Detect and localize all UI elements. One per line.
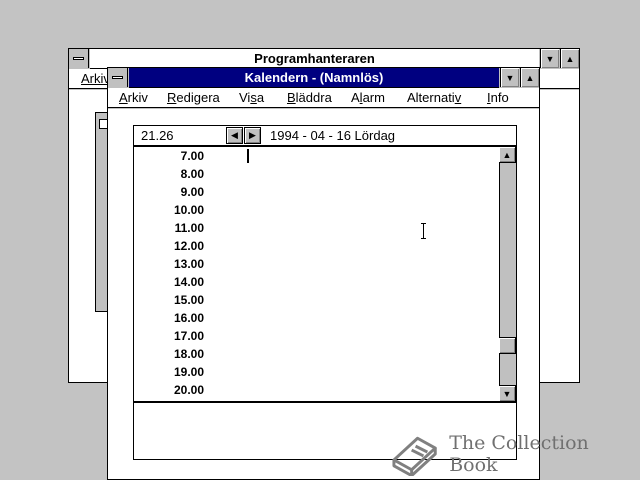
program-manager-title: Programhanteraren — [254, 51, 375, 66]
time-slot[interactable]: 10.00 — [134, 201, 204, 219]
watermark: The Collection Book — [390, 432, 640, 476]
scroll-down-button[interactable]: ▼ — [499, 385, 516, 402]
text-cursor — [247, 149, 249, 163]
menu-arkiv[interactable]: Arkiv — [119, 90, 148, 105]
menu-bladdra[interactable]: Bläddra — [287, 90, 332, 105]
watermark-text: The Collection Book — [449, 432, 589, 476]
time-slot[interactable]: 14.00 — [134, 273, 204, 291]
vertical-scrollbar[interactable]: ▲ ▼ — [499, 146, 516, 402]
calendar-menubar: Arkiv Redigera Visa Bläddra Alarm Altern… — [108, 88, 539, 108]
system-menu-icon — [73, 57, 84, 60]
calendar-system-menu[interactable] — [108, 68, 128, 87]
time-slot[interactable]: 17.00 — [134, 327, 204, 345]
menu-alarm[interactable]: Alarm — [351, 90, 385, 105]
book-icon — [392, 436, 437, 476]
time-slot[interactable]: 19.00 — [134, 363, 204, 381]
current-time: 21.26 — [141, 128, 174, 143]
time-slot[interactable]: 16.00 — [134, 309, 204, 327]
calendar-titlebar[interactable]: Kalendern - (Namnlös) — [129, 68, 499, 88]
time-slot[interactable]: 11.00 — [134, 219, 204, 237]
program-manager-maximize-button[interactable]: ▲ — [560, 49, 579, 68]
program-manager-titlebar[interactable]: Programhanteraren — [90, 49, 539, 69]
calendar-client-area: 21.26 ◀ ▶ 1994 - 04 - 16 Lördag 7.00 8.00… — [108, 109, 539, 479]
time-slot[interactable]: 18.00 — [134, 345, 204, 363]
time-slot[interactable]: 12.00 — [134, 237, 204, 255]
menu-info[interactable]: Info — [487, 90, 509, 105]
scroll-thumb[interactable] — [499, 337, 516, 354]
time-slot-list: 7.00 8.00 9.00 10.00 11.00 12.00 13.00 14.00 15.… — [134, 147, 500, 401]
i-beam-cursor-icon — [421, 223, 426, 239]
date-display: 1994 - 04 - 16 Lördag — [270, 128, 396, 143]
menu-visa[interactable]: Visa — [239, 90, 264, 105]
time-slot[interactable]: 7.00 — [134, 147, 204, 165]
next-day-button[interactable]: ▶ — [244, 127, 261, 144]
scroll-up-button[interactable]: ▲ — [499, 146, 516, 163]
time-slot[interactable]: 9.00 — [134, 183, 204, 201]
time-slot[interactable]: 15.00 — [134, 291, 204, 309]
program-manager-system-menu[interactable] — [69, 49, 89, 68]
calendar-minimize-button[interactable]: ▼ — [500, 68, 519, 87]
calendar-status-bar: 21.26 ◀ ▶ 1994 - 04 - 16 Lördag — [133, 125, 517, 146]
previous-day-button[interactable]: ◀ — [226, 127, 243, 144]
menu-redigera[interactable]: Redigera — [167, 90, 220, 105]
calendar-maximize-button[interactable]: ▲ — [520, 68, 539, 87]
program-manager-menu-arkiv[interactable]: Arkiv — [81, 71, 110, 86]
appointment-list[interactable]: 7.00 8.00 9.00 10.00 11.00 12.00 13.00 14.00 15.… — [133, 146, 517, 402]
system-menu-icon — [112, 76, 123, 79]
time-slot[interactable]: 13.00 — [134, 255, 204, 273]
time-slot[interactable]: 20.00 — [134, 381, 204, 399]
calendar-title: Kalendern - (Namnlös) — [244, 70, 384, 85]
program-manager-minimize-button[interactable]: ▼ — [540, 49, 559, 68]
menu-alternativ[interactable]: Alternativ — [407, 90, 461, 105]
calendar-window[interactable]: Kalendern - (Namnlös) ▼ ▲ Arkiv Redigera… — [107, 67, 540, 480]
time-slot[interactable]: 8.00 — [134, 165, 204, 183]
